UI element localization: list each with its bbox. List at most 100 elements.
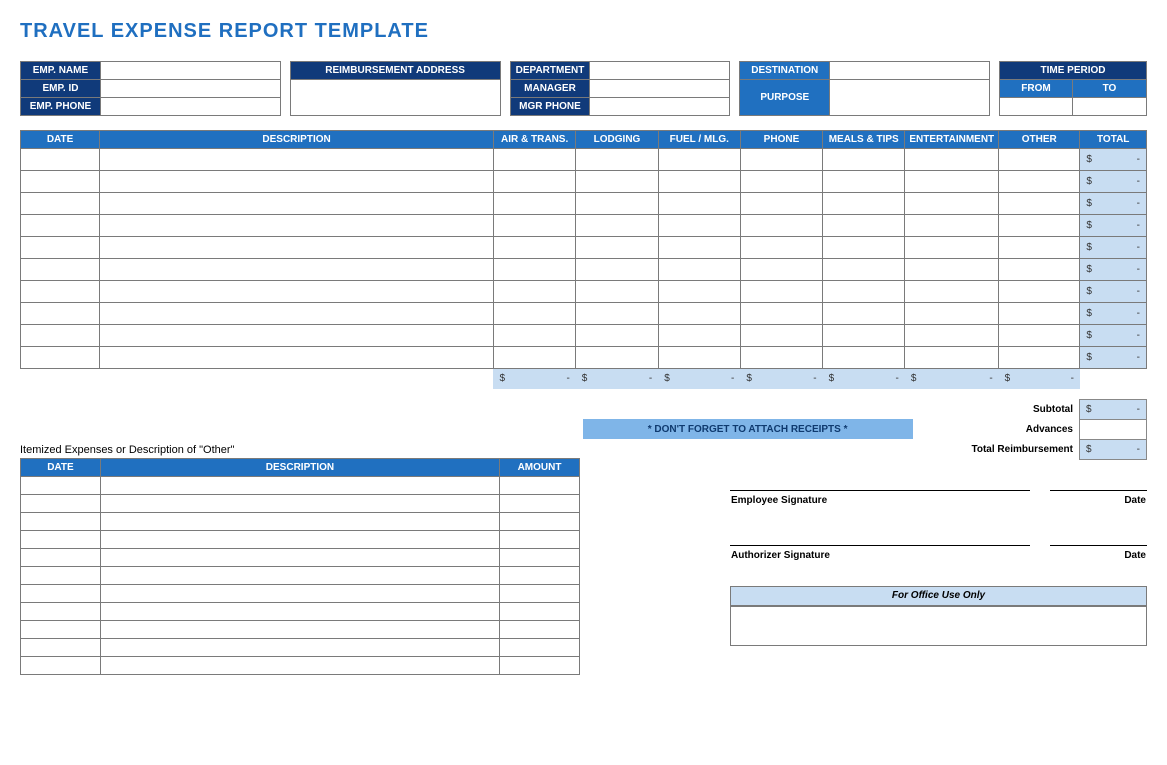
cell-meals[interactable] [823,193,905,215]
input-emp-id[interactable] [100,80,280,98]
cell-meals[interactable] [823,215,905,237]
cell-fuel[interactable] [658,149,740,171]
cell-phone[interactable] [740,303,822,325]
cell-meals[interactable] [823,347,905,369]
cell-air[interactable] [493,347,575,369]
value-advances[interactable] [1080,419,1147,439]
cell-ent[interactable] [905,303,999,325]
input-purpose[interactable] [830,80,990,116]
cell-amount[interactable] [500,566,580,584]
cell-fuel[interactable] [658,215,740,237]
cell-ent[interactable] [905,347,999,369]
cell-air[interactable] [493,259,575,281]
cell-other[interactable] [999,347,1080,369]
cell-air[interactable] [493,237,575,259]
cell-fuel[interactable] [658,347,740,369]
cell-other[interactable] [999,193,1080,215]
cell-phone[interactable] [740,149,822,171]
cell-fuel[interactable] [658,259,740,281]
cell-date[interactable] [21,347,100,369]
cell-phone[interactable] [740,259,822,281]
cell-lodging[interactable] [576,347,658,369]
cell-desc[interactable] [100,584,499,602]
cell-amount[interactable] [500,512,580,530]
cell-desc[interactable] [100,548,499,566]
cell-desc[interactable] [100,303,494,325]
cell-fuel[interactable] [658,281,740,303]
cell-date[interactable] [21,494,101,512]
input-emp-phone[interactable] [100,98,280,116]
input-mgr-phone[interactable] [590,98,730,116]
cell-air[interactable] [493,215,575,237]
cell-desc[interactable] [100,171,494,193]
cell-desc[interactable] [100,602,499,620]
cell-desc[interactable] [100,325,494,347]
cell-ent[interactable] [905,259,999,281]
cell-lodging[interactable] [576,325,658,347]
cell-other[interactable] [999,259,1080,281]
cell-phone[interactable] [740,347,822,369]
cell-other[interactable] [999,281,1080,303]
input-destination[interactable] [830,62,990,80]
cell-desc[interactable] [100,566,499,584]
cell-ent[interactable] [905,193,999,215]
cell-other[interactable] [999,215,1080,237]
cell-phone[interactable] [740,281,822,303]
cell-desc[interactable] [100,193,494,215]
cell-desc[interactable] [100,476,499,494]
cell-fuel[interactable] [658,193,740,215]
cell-date[interactable] [21,584,101,602]
cell-air[interactable] [493,281,575,303]
cell-date[interactable] [21,303,100,325]
cell-amount[interactable] [500,656,580,674]
cell-date[interactable] [21,237,100,259]
cell-date[interactable] [21,638,101,656]
cell-ent[interactable] [905,171,999,193]
input-manager[interactable] [590,80,730,98]
cell-desc[interactable] [100,259,494,281]
office-use-body[interactable] [730,606,1147,646]
cell-date[interactable] [21,149,100,171]
cell-fuel[interactable] [658,325,740,347]
input-to[interactable] [1072,98,1146,116]
cell-lodging[interactable] [576,193,658,215]
cell-fuel[interactable] [658,171,740,193]
cell-meals[interactable] [823,237,905,259]
cell-meals[interactable] [823,303,905,325]
cell-desc[interactable] [100,347,494,369]
cell-amount[interactable] [500,602,580,620]
cell-ent[interactable] [905,281,999,303]
cell-desc[interactable] [100,656,499,674]
cell-desc[interactable] [100,530,499,548]
cell-ent[interactable] [905,149,999,171]
cell-amount[interactable] [500,584,580,602]
cell-date[interactable] [21,325,100,347]
cell-amount[interactable] [500,494,580,512]
cell-fuel[interactable] [658,303,740,325]
cell-date[interactable] [21,602,101,620]
input-from[interactable] [1000,98,1073,116]
cell-air[interactable] [493,193,575,215]
cell-phone[interactable] [740,237,822,259]
cell-date[interactable] [21,566,101,584]
cell-date[interactable] [21,620,101,638]
cell-fuel[interactable] [658,237,740,259]
cell-date[interactable] [21,530,101,548]
cell-air[interactable] [493,171,575,193]
cell-lodging[interactable] [576,171,658,193]
cell-meals[interactable] [823,259,905,281]
cell-date[interactable] [21,512,101,530]
cell-lodging[interactable] [576,215,658,237]
cell-phone[interactable] [740,215,822,237]
cell-desc[interactable] [100,620,499,638]
input-reimb-addr[interactable] [290,80,500,116]
cell-desc[interactable] [100,237,494,259]
cell-lodging[interactable] [576,303,658,325]
cell-air[interactable] [493,325,575,347]
cell-phone[interactable] [740,325,822,347]
cell-lodging[interactable] [576,149,658,171]
cell-date[interactable] [21,193,100,215]
cell-air[interactable] [493,303,575,325]
cell-desc[interactable] [100,215,494,237]
cell-lodging[interactable] [576,259,658,281]
